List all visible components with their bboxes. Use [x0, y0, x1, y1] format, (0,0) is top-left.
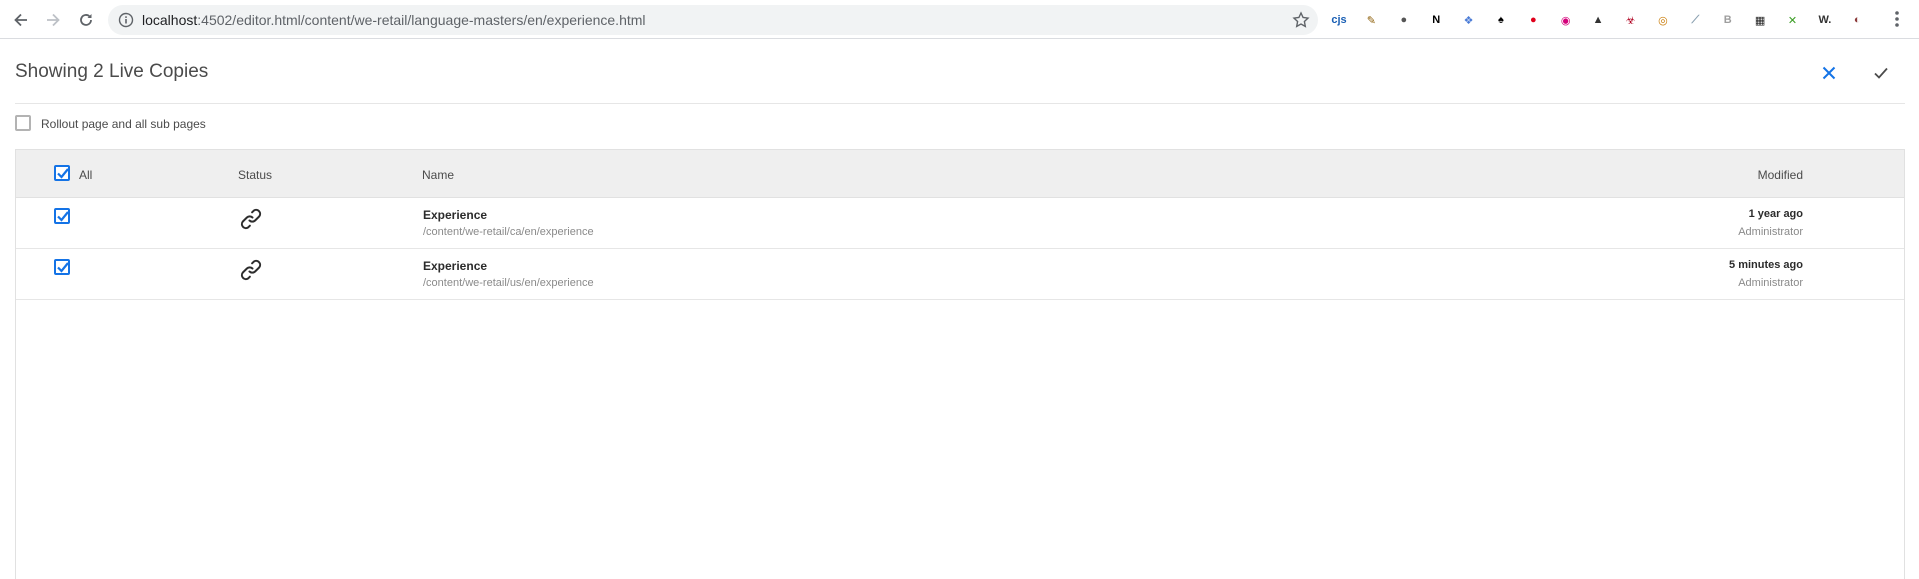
live-copy-path: /content/we-retail/ca/en/experience	[423, 226, 594, 238]
url-text[interactable]: localhost:4502/editor.html/content/we-re…	[142, 12, 646, 28]
store-icon[interactable]: ▦	[1751, 11, 1769, 29]
row-select-checkbox[interactable]	[54, 259, 70, 275]
leaf-icon[interactable]: ⟋	[1686, 11, 1704, 29]
profile-avatar-icon[interactable]: ◐	[1848, 11, 1866, 29]
info-icon[interactable]	[118, 12, 134, 28]
feather-icon[interactable]: ❖	[1460, 11, 1478, 29]
table-header: All Status Name Modified	[16, 150, 1904, 198]
table-row[interactable]: Experience /content/we-retail/us/en/expe…	[16, 249, 1904, 300]
modified-time: 5 minutes ago	[1729, 259, 1803, 271]
back-arrow-icon	[14, 13, 27, 27]
checkmark-icon	[1874, 67, 1888, 79]
table-row[interactable]: Experience /content/we-retail/ca/en/expe…	[16, 198, 1904, 249]
forward-arrow-icon	[47, 13, 60, 27]
bookmark-star-icon[interactable]	[1292, 11, 1310, 29]
cjs-icon[interactable]: cjs	[1330, 11, 1348, 29]
rollout-subpages-label: Rollout page and all sub pages	[41, 117, 206, 131]
back-button[interactable]	[10, 9, 32, 31]
header-modified: Modified	[1757, 168, 1803, 182]
biohazard-icon[interactable]: ☣	[1622, 11, 1640, 29]
notion-icon[interactable]: N	[1427, 11, 1445, 29]
check-icon	[57, 262, 69, 273]
modified-by: Administrator	[1738, 226, 1803, 238]
ring-icon[interactable]: ◎	[1654, 11, 1672, 29]
circle-icon[interactable]: ●	[1395, 11, 1413, 29]
select-all-checkbox[interactable]	[54, 165, 70, 181]
extensions-bar: cjs ✎ ● N ❖ ♠ ● ◉ ▲ ☣ ◎ ⟋ B ▦ ✕ W. ◐	[1330, 10, 1881, 30]
confirm-button[interactable]	[1870, 62, 1892, 84]
url-host: localhost	[142, 12, 198, 28]
modified-time: 1 year ago	[1748, 208, 1803, 220]
header-status: Status	[238, 168, 273, 182]
browser-menu-icon[interactable]	[1893, 10, 1901, 28]
close-icon	[1822, 66, 1836, 80]
row-select-checkbox[interactable]	[54, 208, 70, 224]
address-bar[interactable]: localhost:4502/editor.html/content/we-re…	[108, 5, 1318, 35]
reload-icon	[80, 14, 92, 26]
spy-icon[interactable]: ♠	[1492, 11, 1510, 29]
rollout-subpages-checkbox[interactable]	[15, 115, 31, 131]
dialog-title: Showing 2 Live Copies	[15, 61, 209, 82]
adblock-icon[interactable]: ●	[1524, 11, 1542, 29]
forward-button[interactable]	[42, 9, 64, 31]
check-icon	[57, 168, 69, 179]
modified-by: Administrator	[1738, 277, 1803, 289]
bold-b-icon[interactable]: B	[1719, 11, 1737, 29]
header-name: Name	[422, 168, 455, 182]
reload-button[interactable]	[75, 9, 97, 31]
arrows-icon[interactable]: ✕	[1783, 11, 1801, 29]
url-path: :4502/editor.html/content/we-retail/lang…	[197, 12, 646, 28]
header-divider	[15, 103, 1905, 104]
pen-icon[interactable]: ✎	[1362, 11, 1380, 29]
browser-toolbar: localhost:4502/editor.html/content/we-re…	[0, 0, 1919, 39]
drive-icon[interactable]: ▲	[1589, 11, 1607, 29]
close-button[interactable]	[1818, 62, 1840, 84]
live-copies-table: All Status Name Modified Experience /con…	[15, 149, 1905, 579]
header-all: All	[79, 168, 93, 182]
wappalyzer-icon[interactable]: W.	[1816, 11, 1834, 29]
link-icon	[240, 259, 262, 281]
link-icon	[240, 208, 262, 230]
check-icon	[57, 211, 69, 222]
live-copy-title: Experience	[423, 259, 488, 273]
target-icon[interactable]: ◉	[1557, 11, 1575, 29]
live-copy-path: /content/we-retail/us/en/experience	[423, 277, 594, 289]
live-copy-title: Experience	[423, 208, 488, 222]
